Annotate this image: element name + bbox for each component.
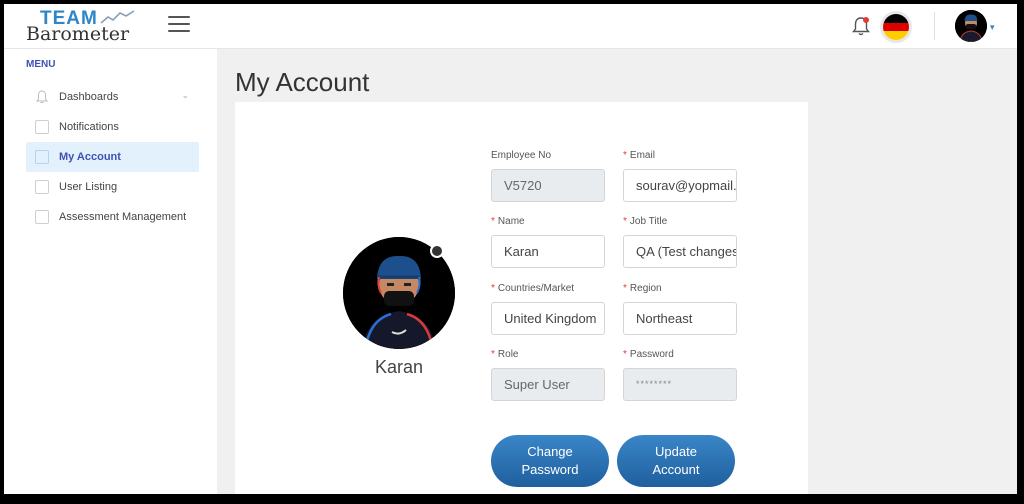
notification-dot (863, 17, 869, 23)
employee-no-label: Employee No (491, 150, 552, 161)
job-title-label: * Job Title (623, 216, 668, 227)
button-label: Password (521, 462, 579, 477)
menu-label: MENU (26, 59, 56, 70)
top-bar: TEAM Barometer ▾ (4, 4, 1017, 49)
users-icon (35, 180, 49, 194)
sidebar-item-label: Assessment Management (59, 211, 187, 223)
required-marker: * (623, 150, 627, 161)
sidebar: MENU Dashboards ⌄ Notifications My Accou… (4, 49, 217, 494)
sidebar-item-label: Notifications (59, 121, 119, 133)
password-field[interactable]: ******** (623, 368, 737, 401)
name-field[interactable]: Karan (491, 235, 605, 268)
assessment-icon (35, 210, 49, 224)
sidebar-item-assessment-management[interactable]: Assessment Management (26, 202, 199, 232)
name-label: * Name (491, 216, 525, 227)
button-label: Account (652, 462, 700, 477)
sidebar-item-user-listing[interactable]: User Listing (26, 172, 199, 202)
required-marker: * (491, 216, 495, 227)
dashboard-icon (36, 90, 48, 103)
sidebar-item-label: User Listing (59, 181, 118, 193)
camera-icon[interactable] (430, 244, 444, 258)
required-marker: * (491, 349, 495, 360)
required-marker: * (623, 283, 627, 294)
required-marker: * (623, 216, 627, 227)
role-field[interactable]: Super User (491, 368, 605, 401)
countries-field[interactable]: United Kingdom (491, 302, 605, 335)
sidebar-item-my-account[interactable]: My Account (26, 142, 199, 172)
employee-no-field[interactable]: V5720 (491, 169, 605, 202)
required-marker: * (491, 283, 495, 294)
email-label: * Email (623, 150, 655, 161)
region-label: * Region (623, 283, 662, 294)
sidebar-item-dashboards[interactable]: Dashboards ⌄ (26, 82, 199, 112)
language-flag-icon[interactable] (880, 11, 912, 43)
account-card: Karan Employee No V5720 * Email sourav@yo… (235, 102, 808, 494)
header-divider (934, 12, 935, 40)
user-avatar[interactable] (955, 10, 987, 42)
sidebar-item-notifications[interactable]: Notifications (26, 112, 199, 142)
button-label: Update (655, 444, 697, 459)
profile-name: Karan (374, 357, 424, 377)
logo-barometer: Barometer (26, 23, 130, 45)
account-icon (35, 150, 49, 164)
countries-label: * Countries/Market (491, 283, 575, 294)
required-marker: * (623, 349, 627, 360)
chevron-down-icon[interactable]: ▾ (990, 22, 995, 33)
page-title: My Account (235, 67, 370, 97)
notification-bell-icon[interactable] (851, 15, 871, 37)
menu-toggle-icon[interactable] (168, 16, 190, 34)
app-window: TEAM Barometer ▾ MENU Dashboards ⌄ Notif… (4, 4, 1017, 494)
password-label: * Password (623, 349, 674, 360)
logo[interactable]: TEAM Barometer (26, 8, 146, 45)
email-field[interactable]: sourav@yopmail.com (623, 169, 737, 202)
button-label: Change (527, 444, 573, 459)
chevron-down-icon: ⌄ (181, 90, 189, 100)
sidebar-item-label: My Account (59, 151, 121, 163)
role-label: * Role (491, 349, 519, 360)
sidebar-item-label: Dashboards (59, 91, 119, 103)
change-password-button[interactable]: Change Password (491, 435, 609, 487)
update-account-button[interactable]: Update Account (617, 435, 735, 487)
job-title-field[interactable]: QA (Test changes) (623, 235, 737, 268)
region-field[interactable]: Northeast (623, 302, 737, 335)
notifications-icon (35, 120, 49, 134)
